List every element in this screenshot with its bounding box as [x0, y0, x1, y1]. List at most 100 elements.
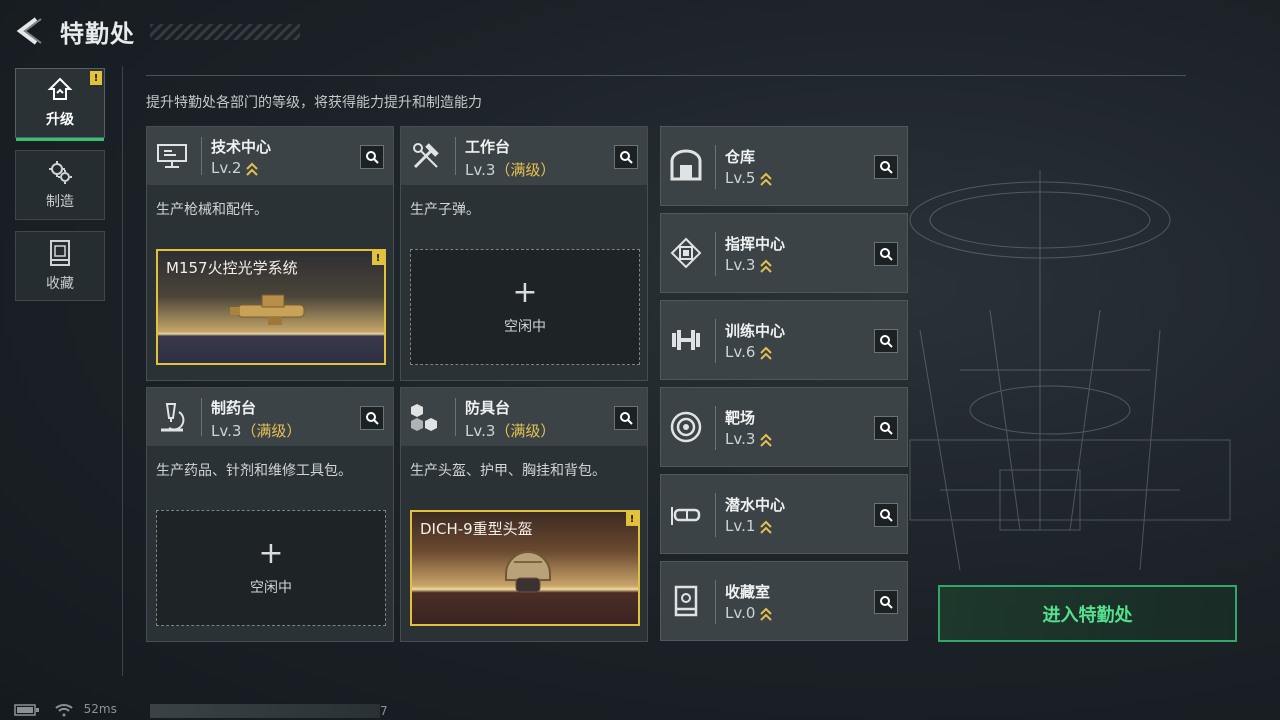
module-name: 防具台 [465, 399, 511, 417]
inspect-button[interactable] [874, 590, 898, 614]
item-name: DICH-9重型头盔 [420, 520, 533, 538]
ping-value: 52ms [83, 702, 117, 716]
facility-level: Lv.6 [725, 343, 773, 361]
upgrade-chevron-icon [760, 172, 773, 186]
module-card-workbench[interactable]: 工作台 Lv.3（满级） 生产子弹。 + 空闲中 [400, 126, 648, 381]
production-slot-item[interactable]: DICH-9重型头盔 ! [410, 510, 640, 626]
vault-icon [670, 149, 702, 181]
module-name: 工作台 [465, 138, 511, 156]
facility-level: Lv.3 [725, 430, 773, 448]
magnifier-icon [880, 248, 893, 261]
inspect-button[interactable] [614, 406, 638, 430]
magnifier-icon [366, 151, 379, 164]
nav-label: 制造 [46, 194, 74, 210]
module-card-armor-bench[interactable]: 防具台 Lv.3（满级） 生产头盔、护甲、胸挂和背包。 DICH-9重型头盔 ! [400, 387, 648, 642]
alert-badge: ! [372, 251, 384, 265]
wifi-icon [55, 703, 73, 716]
facility-level: Lv.1 [725, 517, 773, 535]
battery-icon [14, 703, 39, 716]
facility-name: 训练中心 [725, 322, 786, 340]
helmet-icon [505, 551, 551, 593]
gears-icon [49, 161, 72, 184]
alert-badge: ! [626, 512, 638, 526]
divider [146, 75, 1186, 76]
slot-status: 空闲中 [250, 580, 292, 596]
enter-special-ops-button[interactable]: 进入特勤处 [938, 585, 1237, 642]
module-description: 生产头盔、护甲、胸挂和背包。 [410, 463, 606, 479]
module-card-pharmacy[interactable]: 制药台 Lv.3（满级） 生产药品、针剂和维修工具包。 + 空闲中 [146, 387, 394, 642]
inspect-button[interactable] [874, 503, 898, 527]
facility-name: 收藏室 [725, 583, 771, 601]
target-icon [670, 411, 702, 443]
card-header: 工作台 Lv.3（满级） [401, 127, 647, 185]
plus-icon: + [258, 536, 284, 571]
card-header: 防具台 Lv.3（满级） [401, 388, 647, 446]
empty-production-slot[interactable]: + 空闲中 [410, 249, 640, 365]
status-bar: 52ms [14, 702, 117, 717]
title-decoration [150, 24, 300, 40]
upgrade-icon [47, 77, 73, 100]
magnifier-icon [620, 412, 633, 425]
magnifier-icon [880, 509, 893, 522]
module-description: 生产子弹。 [410, 202, 480, 218]
magnifier-icon [880, 161, 893, 174]
slot-status: 空闲中 [504, 319, 546, 335]
module-name: 技术中心 [211, 138, 272, 156]
module-name: 制药台 [211, 399, 257, 417]
inspect-button[interactable] [874, 242, 898, 266]
facility-card-diving-center[interactable]: 潜水中心 Lv.1 [660, 474, 908, 554]
diving-mask-icon [671, 507, 701, 525]
facility-card-training-center[interactable]: 训练中心 Lv.6 [660, 300, 908, 380]
inspect-button[interactable] [874, 416, 898, 440]
nav-label: 收藏 [46, 276, 74, 292]
inspect-button[interactable] [360, 406, 384, 430]
module-level: Lv.3（满级） [211, 422, 302, 440]
monitor-icon [157, 144, 187, 168]
nav-tab-upgrade[interactable]: 升级 ! [15, 68, 105, 141]
dumbbell-icon [672, 330, 700, 350]
item-name: M157火控光学系统 [166, 259, 298, 277]
module-level: Lv.2 [211, 159, 259, 177]
upgrade-chevron-icon [760, 259, 773, 273]
magnifier-icon [880, 596, 893, 609]
facility-name: 潜水中心 [725, 496, 786, 514]
facility-level: Lv.0 [725, 604, 773, 622]
module-description: 生产枪械和配件。 [156, 202, 268, 218]
section-description: 提升特勤处各部门的等级，将获得能力提升和制造能力 [146, 95, 482, 111]
inspect-button[interactable] [874, 155, 898, 179]
microscope-icon [161, 403, 185, 432]
loading-bar [150, 704, 380, 718]
loading-value: 7 [380, 704, 388, 718]
base-schematic-background [909, 170, 1231, 571]
facility-card-warehouse[interactable]: 仓库 Lv.5 [660, 126, 908, 206]
collection-case-icon [50, 240, 70, 266]
facility-level: Lv.5 [725, 169, 773, 187]
production-slot-item[interactable]: M157火控光学系统 ! [156, 249, 386, 365]
magnifier-icon [880, 422, 893, 435]
magnifier-icon [366, 412, 379, 425]
card-header: 制药台 Lv.3（满级） [147, 388, 393, 446]
facility-name: 靶场 [725, 409, 756, 427]
facility-card-shooting-range[interactable]: 靶场 Lv.3 [660, 387, 908, 467]
upgrade-chevron-icon [760, 607, 773, 621]
back-arrow-icon[interactable] [14, 16, 44, 46]
facility-name: 仓库 [725, 148, 756, 166]
display-case-icon [674, 585, 698, 617]
card-header: 技术中心 Lv.2 [147, 127, 393, 185]
nav-tab-craft[interactable]: 制造 [15, 150, 105, 220]
module-card-tech-center[interactable]: 技术中心 Lv.2 生产枪械和配件。 M157火控光学系统 ! [146, 126, 394, 381]
chip-icon [670, 237, 702, 269]
facility-card-command-center[interactable]: 指挥中心 Lv.3 [660, 213, 908, 293]
inspect-button[interactable] [360, 145, 384, 169]
facility-card-collection-room[interactable]: 收藏室 Lv.0 [660, 561, 908, 641]
module-level: Lv.3（满级） [465, 161, 556, 179]
magnifier-icon [880, 335, 893, 348]
tools-icon [413, 143, 439, 169]
nav-tab-collection[interactable]: 收藏 [15, 231, 105, 301]
inspect-button[interactable] [614, 145, 638, 169]
magnifier-icon [620, 151, 633, 164]
empty-production-slot[interactable]: + 空闲中 [156, 510, 386, 626]
inspect-button[interactable] [874, 329, 898, 353]
upgrade-chevron-icon [760, 346, 773, 360]
upgrade-chevron-icon [760, 520, 773, 534]
